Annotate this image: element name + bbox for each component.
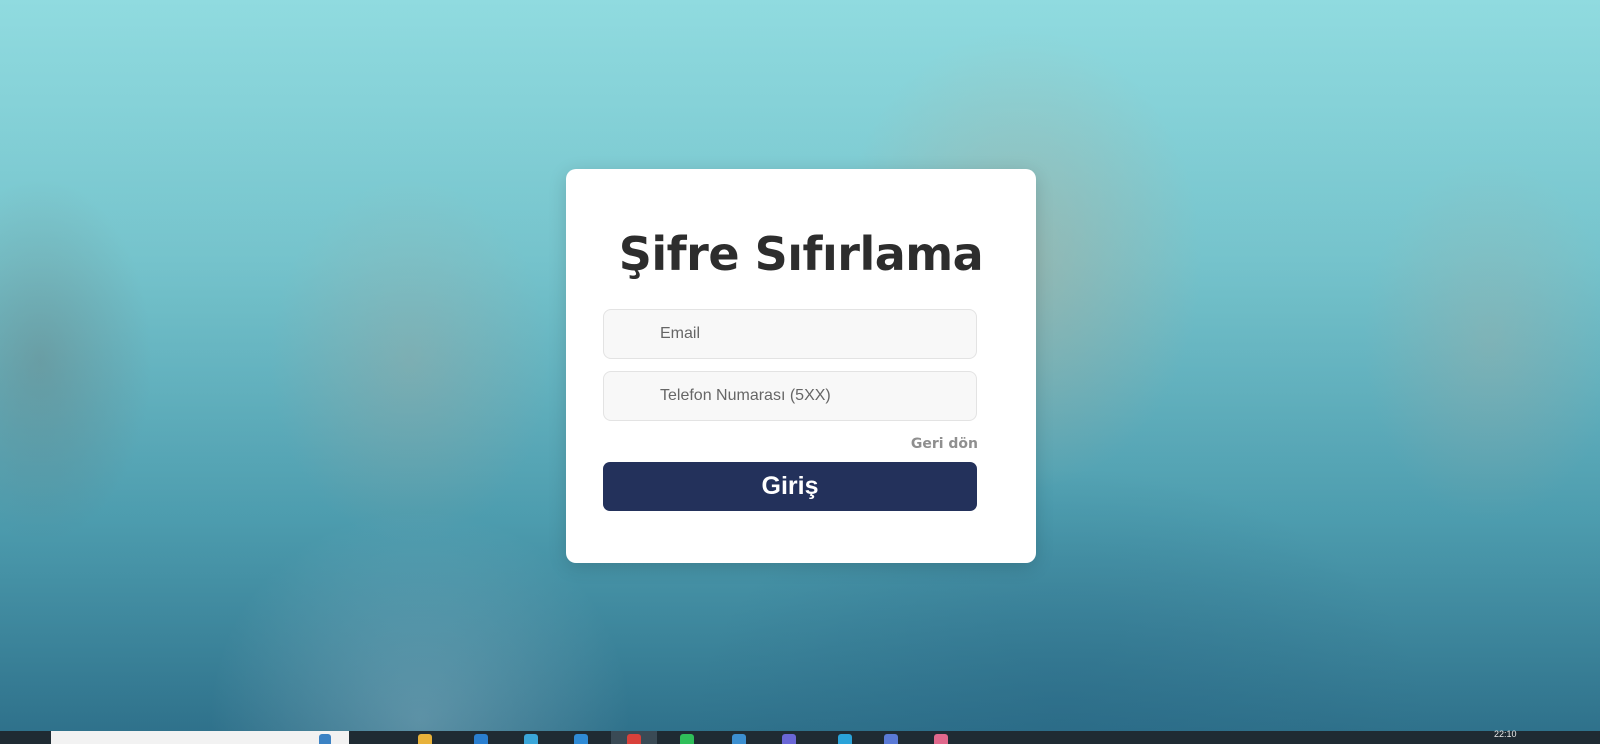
edge-icon[interactable] [524,734,538,744]
app-icon[interactable] [884,734,898,744]
app-icon-colorful[interactable] [934,734,948,744]
page: Şifre Sıfırlama Geri dön Giriş 22:10 [0,0,1600,744]
mail-icon[interactable] [574,734,588,744]
store-icon[interactable] [474,734,488,744]
taskbar-clock[interactable]: 22:10 [1494,729,1517,739]
search-icon[interactable] [732,734,746,744]
page-title: Şifre Sıfırlama [618,227,984,281]
cortana-icon[interactable] [319,734,331,744]
chrome-icon[interactable] [627,734,641,744]
vscode-icon[interactable] [838,734,852,744]
whatsapp-icon[interactable] [680,734,694,744]
back-link[interactable]: Geri dön [911,436,978,452]
phone-field[interactable] [603,371,977,421]
reset-password-card: Şifre Sıfırlama Geri dön Giriş [566,169,1036,563]
file-explorer-icon[interactable] [418,734,432,744]
email-field[interactable] [603,309,977,359]
discord-icon[interactable] [782,734,796,744]
taskbar: 22:10 [0,729,1600,744]
taskbar-active-app[interactable] [611,731,657,744]
submit-button[interactable]: Giriş [603,462,977,511]
taskbar-search-box[interactable] [51,731,349,744]
